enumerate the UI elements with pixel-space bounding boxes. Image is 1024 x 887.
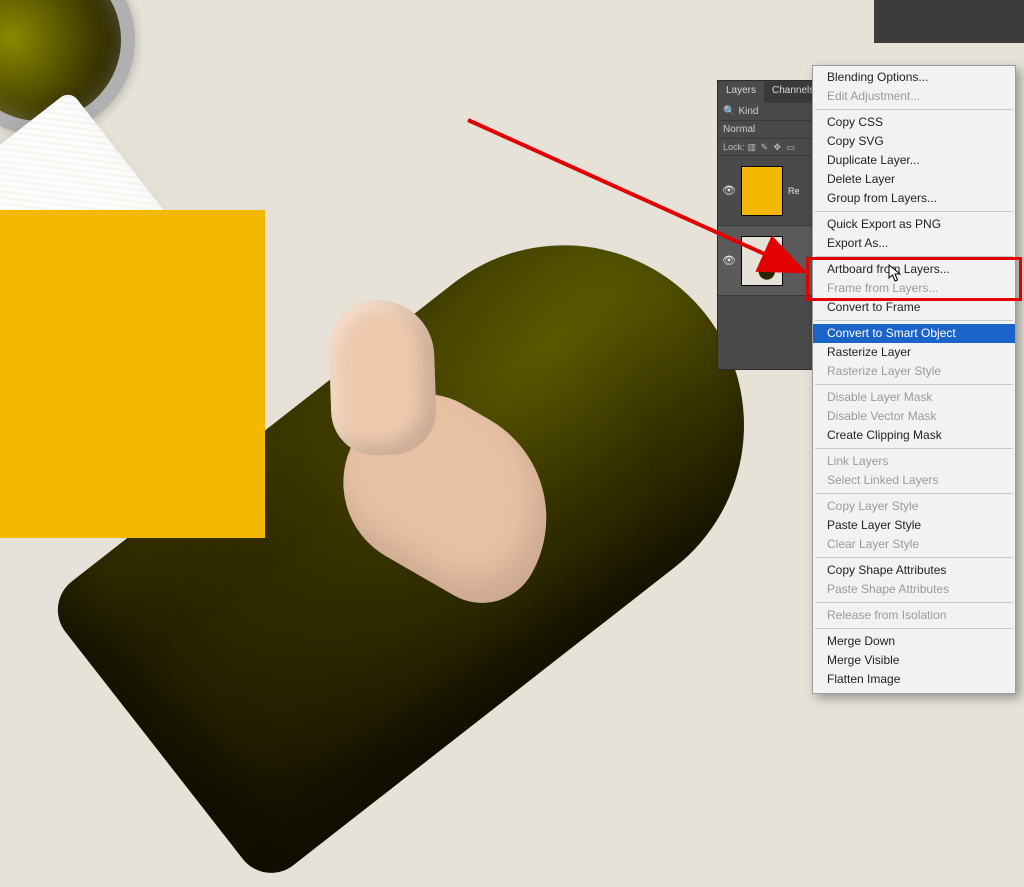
layer-name[interactable]: Re bbox=[788, 186, 808, 196]
menu-item-frame-from-layers: Frame from Layers... bbox=[813, 279, 1015, 298]
menu-item-copy-shape-attributes[interactable]: Copy Shape Attributes bbox=[813, 561, 1015, 580]
menu-separator bbox=[815, 256, 1013, 257]
lock-move-icon[interactable]: ✥ bbox=[774, 142, 784, 152]
visibility-toggle-icon[interactable]: 👁 bbox=[722, 254, 736, 267]
layers-kind-filter[interactable]: 🔍Kind bbox=[723, 106, 807, 117]
menu-item-copy-css[interactable]: Copy CSS bbox=[813, 113, 1015, 132]
blend-mode-row: Normal bbox=[718, 121, 812, 139]
layers-panel[interactable]: Layers Channels 🔍Kind Normal Lock: ▥ ✎ ✥… bbox=[717, 80, 813, 370]
menu-item-duplicate-layer[interactable]: Duplicate Layer... bbox=[813, 151, 1015, 170]
layer-thumbnail[interactable] bbox=[741, 166, 783, 216]
menu-separator bbox=[815, 628, 1013, 629]
lock-label: Lock: bbox=[723, 142, 745, 152]
lock-transparent-icon[interactable]: ▥ bbox=[748, 142, 758, 152]
menu-item-disable-layer-mask: Disable Layer Mask bbox=[813, 388, 1015, 407]
menu-item-export-as[interactable]: Export As... bbox=[813, 234, 1015, 253]
menu-item-convert-to-smart-object[interactable]: Convert to Smart Object bbox=[813, 324, 1015, 343]
menu-item-release-from-isolation: Release from Isolation bbox=[813, 606, 1015, 625]
app-chrome-strip bbox=[874, 0, 1024, 43]
menu-item-group-from-layers[interactable]: Group from Layers... bbox=[813, 189, 1015, 208]
layer-context-menu[interactable]: Blending Options...Edit Adjustment... Cop… bbox=[812, 65, 1016, 694]
menu-item-paste-shape-attributes: Paste Shape Attributes bbox=[813, 580, 1015, 599]
menu-item-artboard-from-layers[interactable]: Artboard from Layers... bbox=[813, 260, 1015, 279]
tab-layers[interactable]: Layers bbox=[718, 81, 764, 103]
menu-item-convert-to-frame[interactable]: Convert to Frame bbox=[813, 298, 1015, 317]
menu-item-blending-options[interactable]: Blending Options... bbox=[813, 68, 1015, 87]
menu-item-edit-adjustment: Edit Adjustment... bbox=[813, 87, 1015, 106]
menu-item-quick-export-as-png[interactable]: Quick Export as PNG bbox=[813, 215, 1015, 234]
menu-item-create-clipping-mask[interactable]: Create Clipping Mask bbox=[813, 426, 1015, 445]
layer-item-background[interactable]: 👁 bbox=[718, 226, 812, 296]
menu-separator bbox=[815, 320, 1013, 321]
search-icon: 🔍 bbox=[723, 106, 735, 117]
visibility-toggle-icon[interactable]: 👁 bbox=[722, 184, 736, 197]
menu-separator bbox=[815, 557, 1013, 558]
layers-filter-row: 🔍Kind bbox=[718, 103, 812, 121]
lock-artboard-icon[interactable]: ▭ bbox=[787, 142, 797, 152]
menu-item-rasterize-layer-style: Rasterize Layer Style bbox=[813, 362, 1015, 381]
menu-item-merge-visible[interactable]: Merge Visible bbox=[813, 651, 1015, 670]
menu-separator bbox=[815, 448, 1013, 449]
menu-item-copy-layer-style: Copy Layer Style bbox=[813, 497, 1015, 516]
menu-item-copy-svg[interactable]: Copy SVG bbox=[813, 132, 1015, 151]
menu-item-link-layers: Link Layers bbox=[813, 452, 1015, 471]
menu-item-select-linked-layers: Select Linked Layers bbox=[813, 471, 1015, 490]
layer-thumbnail[interactable] bbox=[741, 236, 783, 286]
panel-tabs: Layers Channels bbox=[718, 81, 812, 103]
menu-separator bbox=[815, 109, 1013, 110]
menu-separator bbox=[815, 493, 1013, 494]
menu-item-paste-layer-style[interactable]: Paste Layer Style bbox=[813, 516, 1015, 535]
lock-brush-icon[interactable]: ✎ bbox=[761, 142, 771, 152]
menu-separator bbox=[815, 211, 1013, 212]
lock-row: Lock: ▥ ✎ ✥ ▭ bbox=[718, 139, 812, 156]
menu-item-rasterize-layer[interactable]: Rasterize Layer bbox=[813, 343, 1015, 362]
menu-separator bbox=[815, 602, 1013, 603]
menu-item-merge-down[interactable]: Merge Down bbox=[813, 632, 1015, 651]
menu-item-disable-vector-mask: Disable Vector Mask bbox=[813, 407, 1015, 426]
menu-item-flatten-image[interactable]: Flatten Image bbox=[813, 670, 1015, 689]
menu-item-delete-layer[interactable]: Delete Layer bbox=[813, 170, 1015, 189]
menu-separator bbox=[815, 384, 1013, 385]
layer-item-yellow[interactable]: 👁 Re bbox=[718, 156, 812, 226]
canvas-yellow-rectangle-layer[interactable] bbox=[0, 210, 265, 538]
blend-mode-select[interactable]: Normal bbox=[723, 124, 755, 135]
